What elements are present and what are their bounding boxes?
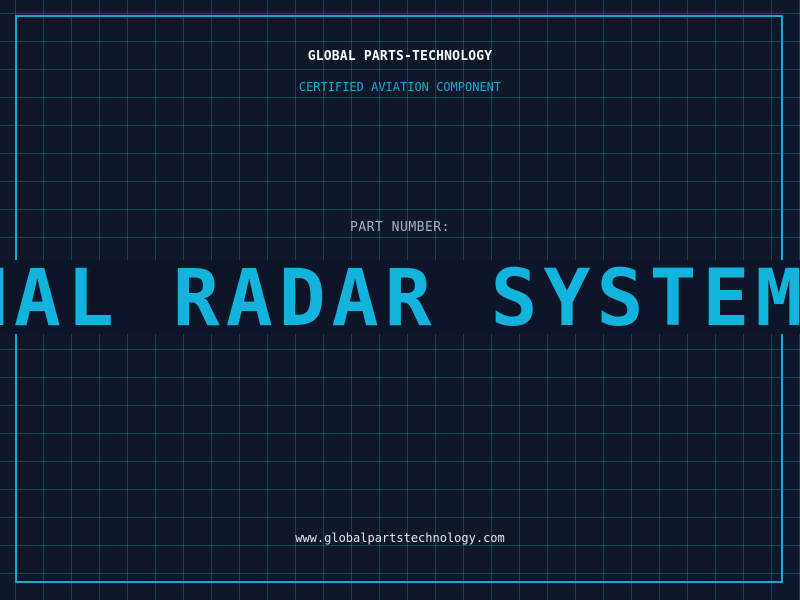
certification-subtitle: CERTIFIED AVIATION COMPONENT <box>298 80 502 94</box>
part-number-marquee: ONAL RADAR SYSTEM P <box>0 260 800 334</box>
part-number-scroll-text: ONAL RADAR SYSTEM P <box>0 260 800 334</box>
website-link[interactable]: www.globalpartstechnology.com <box>0 531 800 545</box>
certificate-screen: GLOBAL PARTS-TECHNOLOGY CERTIFIED AVIATI… <box>0 0 800 600</box>
part-number-label: PART NUMBER: <box>350 220 450 235</box>
company-title: GLOBAL PARTS-TECHNOLOGY <box>307 49 493 64</box>
